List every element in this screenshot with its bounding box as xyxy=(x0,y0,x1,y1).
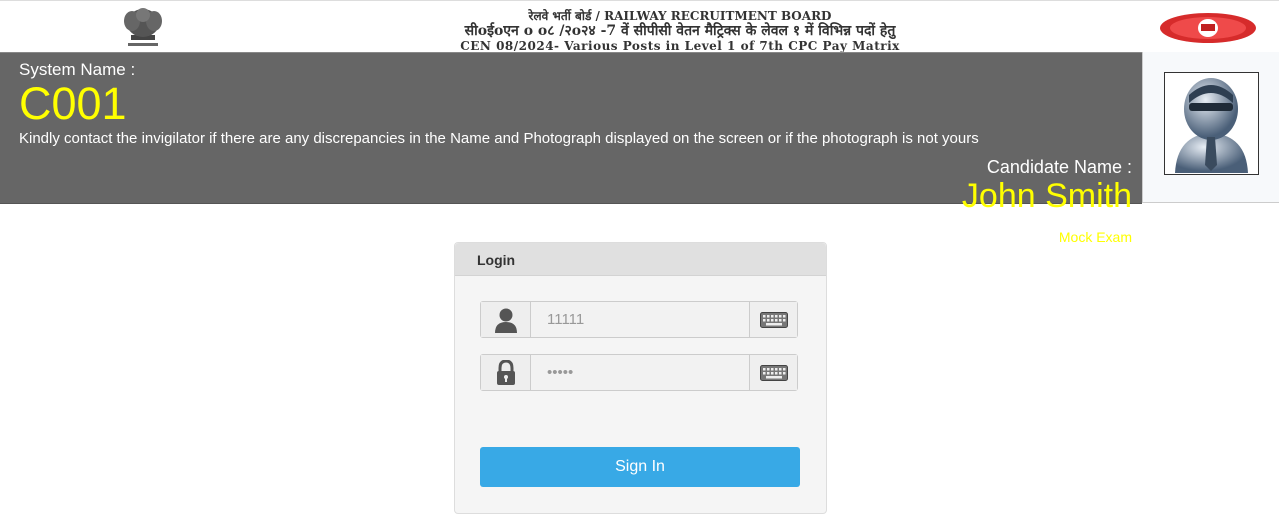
keyboard-icon[interactable] xyxy=(749,302,797,337)
user-icon xyxy=(481,302,531,337)
system-name-label: System Name : xyxy=(19,60,136,79)
header-line-3: CEN 08/2024- Various Posts in Level 1 of… xyxy=(460,39,900,53)
password-value[interactable]: ••••• xyxy=(547,364,573,381)
login-panel: Login 11111 ••••• Sign In xyxy=(454,242,827,514)
password-field[interactable]: ••••• xyxy=(480,354,798,391)
lock-icon xyxy=(481,355,531,390)
system-name-value: C001 xyxy=(19,78,127,129)
username-value[interactable]: 11111 xyxy=(547,311,584,328)
keyboard-icon[interactable] xyxy=(749,355,797,390)
header-line-2: सीoईoएन o o८ /२o२४ -7 वें सीपीसी वेतन मै… xyxy=(464,23,896,39)
sign-in-button[interactable]: Sign In xyxy=(480,447,800,487)
indian-railways-logo-icon xyxy=(1160,13,1256,43)
discrepancy-notice: Kindly contact the invigilator if there … xyxy=(19,130,979,147)
candidate-name-value: John Smith xyxy=(961,177,1132,215)
top-header: रेलवे भर्ती बोर्ड / RAILWAY RECRUITMENT … xyxy=(0,0,1279,53)
candidate-name-label: Candidate Name : xyxy=(986,157,1132,177)
login-panel-header: Login xyxy=(455,243,826,276)
header-line-1: रेलवे भर्ती बोर्ड / RAILWAY RECRUITMENT … xyxy=(528,9,832,23)
login-title: Login xyxy=(477,252,516,268)
candidate-photo-avatar-icon xyxy=(1164,72,1259,175)
header-title: रेलवे भर्ती बोर्ड / RAILWAY RECRUITMENT … xyxy=(260,9,1100,53)
system-banner: System Name : C001 Kindly contact the in… xyxy=(0,52,1142,215)
exam-mode-label: Mock Exam xyxy=(1058,229,1132,245)
username-field[interactable]: 11111 xyxy=(480,301,798,338)
national-emblem-icon xyxy=(124,8,162,46)
candidate-photo-panel xyxy=(1142,52,1279,203)
